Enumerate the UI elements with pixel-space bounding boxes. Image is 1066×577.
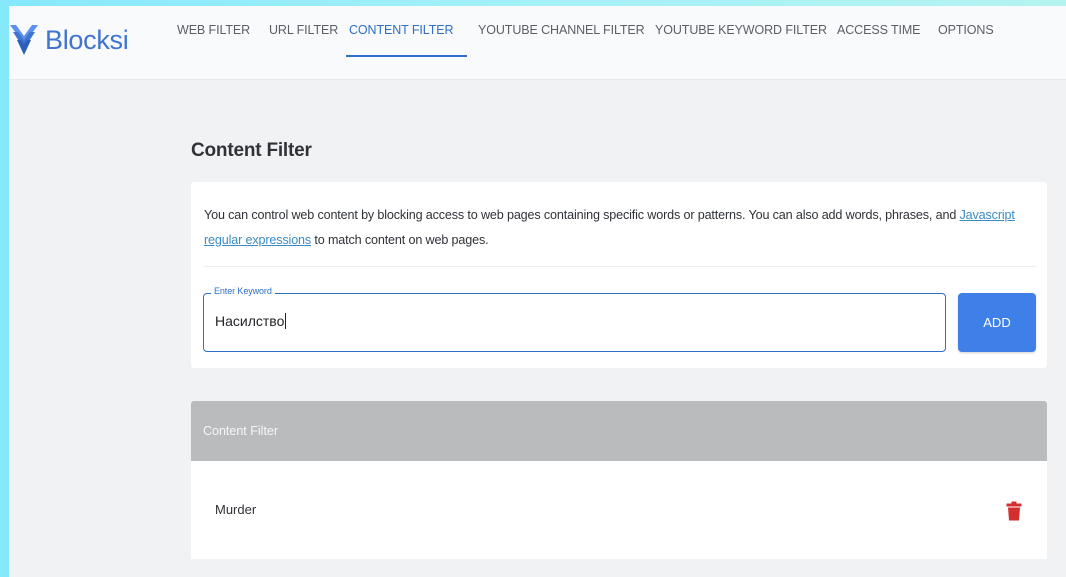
- keyword-input-value[interactable]: Насилство: [215, 313, 287, 329]
- list-item: Murder: [191, 461, 1047, 559]
- list-item-label: Murder: [215, 502, 257, 517]
- tab-url-filter[interactable]: URL FILTER: [269, 23, 338, 37]
- tab-youtube-keyword-filter[interactable]: YOUTUBE KEYWORD FILTER: [655, 23, 827, 37]
- keyword-input[interactable]: Enter Keyword Насилство: [203, 286, 946, 352]
- description-text: You can control web content by blocking …: [204, 208, 960, 222]
- tab-options[interactable]: OPTIONS: [938, 23, 994, 37]
- tab-content-filter[interactable]: CONTENT FILTER: [349, 23, 454, 37]
- description-text-end: to match content on web pages.: [311, 233, 489, 247]
- keyword-text: Насилство: [215, 313, 285, 329]
- text-caret: [285, 313, 287, 329]
- description: You can control web content by blocking …: [204, 203, 1024, 253]
- active-tab-indicator: [346, 55, 467, 57]
- content-filter-card: You can control web content by blocking …: [191, 182, 1047, 368]
- content-filter-list-header: Content Filter: [191, 401, 1047, 461]
- list-header-title: Content Filter: [203, 424, 279, 438]
- add-button[interactable]: ADD: [958, 293, 1036, 352]
- divider: [204, 266, 1036, 267]
- top-navigation-bar: Blocksi WEB FILTER URL FILTER CONTENT FI…: [9, 6, 1066, 80]
- main-nav: WEB FILTER URL FILTER CONTENT FILTER YOU…: [9, 6, 1066, 80]
- page-title: Content Filter: [191, 140, 312, 161]
- tab-access-time[interactable]: ACCESS TIME: [837, 23, 921, 37]
- app-window: Blocksi WEB FILTER URL FILTER CONTENT FI…: [9, 6, 1066, 577]
- keyword-input-label: Enter Keyword: [211, 286, 275, 296]
- trash-icon[interactable]: [1006, 501, 1022, 521]
- tab-youtube-channel-filter[interactable]: YOUTUBE CHANNEL FILTER: [478, 23, 645, 37]
- tab-web-filter[interactable]: WEB FILTER: [177, 23, 250, 37]
